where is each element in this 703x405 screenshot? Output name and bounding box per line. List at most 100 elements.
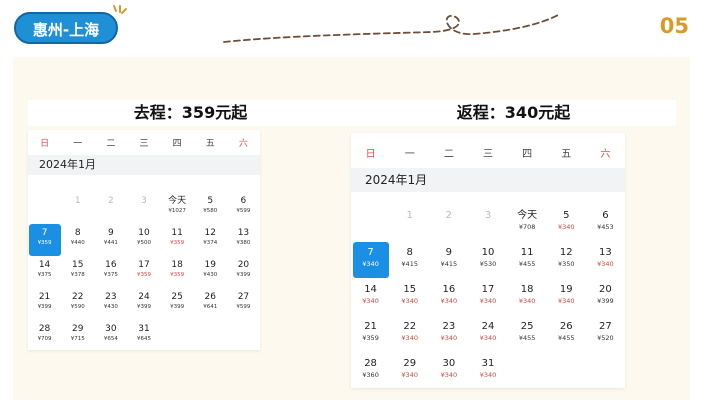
day-cell[interactable]: 14 ¥375	[29, 256, 61, 288]
weekday-header: 日一二三四五六	[28, 136, 260, 149]
day-price: ¥455	[518, 260, 536, 268]
day-number: 6	[602, 210, 609, 221]
day-cell[interactable]: 27 ¥599	[227, 288, 259, 320]
day-cell[interactable]: 23 ¥430	[95, 288, 127, 320]
day-number: 28	[38, 324, 51, 334]
day-cell[interactable]: 18 ¥359	[161, 256, 193, 288]
day-price: ¥340	[479, 371, 497, 379]
day-number: 22	[403, 321, 417, 332]
day-cell[interactable]: 8 ¥415	[392, 242, 428, 278]
day-price: ¥645	[137, 336, 151, 342]
day-cell[interactable]: 28 ¥360	[353, 353, 389, 389]
day-cell[interactable]: 13 ¥380	[227, 224, 259, 256]
day-number: 28	[364, 358, 377, 369]
day-cell[interactable]: 21 ¥359	[353, 316, 389, 352]
weekday-label: 日	[40, 139, 50, 149]
day-cell[interactable]: 30 ¥654	[95, 320, 127, 352]
day-price: ¥440	[70, 240, 85, 246]
day-cell[interactable]: 12 ¥374	[194, 224, 226, 256]
day-price: ¥340	[401, 334, 418, 342]
day-price: ¥340	[440, 371, 458, 379]
day-cell[interactable]: 12 ¥350	[548, 242, 584, 278]
day-cell[interactable]: 2	[431, 205, 467, 241]
day-cell[interactable]: 2	[95, 192, 127, 224]
day-cell[interactable]: 20 ¥399	[227, 256, 259, 288]
day-price: ¥530	[479, 260, 497, 268]
day-cell[interactable]: 25 ¥455	[509, 316, 545, 352]
month-label: 2024年1月	[28, 155, 260, 175]
day-price: ¥340	[362, 297, 379, 305]
day-cell[interactable]: 1	[62, 192, 94, 224]
day-cell[interactable]: 17 ¥340	[470, 279, 506, 315]
day-cell[interactable]: 26 ¥641	[194, 288, 226, 320]
day-price: ¥430	[103, 304, 118, 310]
day-price: ¥340	[518, 297, 536, 305]
day-cell[interactable]: 今天 ¥1027	[161, 192, 193, 224]
weekday-label: 五	[205, 139, 215, 149]
day-price: ¥453	[597, 223, 614, 231]
day-cell[interactable]: 26 ¥455	[548, 316, 584, 352]
day-cell[interactable]: 3	[470, 205, 506, 241]
day-cell[interactable]: 25 ¥399	[161, 288, 193, 320]
day-price: ¥399	[37, 304, 52, 310]
day-cell[interactable]: 15 ¥340	[392, 279, 428, 315]
day-cell[interactable]: 9 ¥441	[95, 224, 127, 256]
day-cell[interactable]: 19 ¥430	[194, 256, 226, 288]
day-price: ¥340	[479, 297, 497, 305]
day-cell[interactable]: 1	[392, 205, 428, 241]
day-cell[interactable]: 10 ¥530	[470, 242, 506, 278]
day-cell[interactable]: 16 ¥375	[95, 256, 127, 288]
day-cell[interactable]: 今天 ¥708	[509, 205, 545, 241]
day-cell[interactable]: 29 ¥340	[392, 353, 428, 389]
day-cell-selected[interactable]: 7 ¥359	[28, 224, 61, 256]
day-cell[interactable]: 21 ¥399	[29, 288, 61, 320]
weekday-label: 三	[482, 149, 493, 160]
day-cell[interactable]: 14 ¥340	[353, 279, 389, 315]
day-number: 30	[442, 358, 456, 369]
day-cell[interactable]: 5 ¥340	[548, 205, 584, 241]
day-price: ¥455	[558, 334, 575, 342]
day-number: 7	[367, 247, 374, 258]
day-number: 21	[38, 292, 51, 302]
day-cell[interactable]: 28 ¥709	[29, 320, 61, 352]
day-number: 2	[107, 196, 114, 206]
day-price: ¥399	[137, 304, 151, 310]
day-cell[interactable]: 30 ¥340	[431, 353, 467, 389]
day-cell[interactable]: 22 ¥590	[62, 288, 94, 320]
day-cell[interactable]: 20 ¥399	[587, 279, 623, 315]
day-cell[interactable]: 31 ¥645	[128, 320, 160, 352]
day-cell[interactable]: 5 ¥580	[194, 192, 226, 224]
day-cell[interactable]: 29 ¥715	[62, 320, 94, 352]
day-number: 14	[38, 260, 51, 270]
day-cell[interactable]: 11 ¥359	[161, 224, 193, 256]
day-cell-selected[interactable]: 7 ¥340	[352, 242, 389, 278]
day-number: 3	[484, 210, 492, 221]
day-cell[interactable]: 19 ¥340	[548, 279, 584, 315]
day-price: ¥654	[103, 336, 118, 342]
day-price: ¥359	[170, 240, 185, 246]
day-cell[interactable]: 22 ¥340	[392, 316, 428, 352]
day-number: 10	[138, 228, 150, 238]
day-price: ¥359	[362, 334, 379, 342]
day-cell[interactable]: 24 ¥340	[470, 316, 506, 352]
day-cell[interactable]: 13 ¥340	[587, 242, 623, 278]
day-price: ¥340	[401, 297, 418, 305]
day-cell[interactable]: 8 ¥440	[62, 224, 94, 256]
day-cell[interactable]: 16 ¥340	[431, 279, 467, 315]
day-cell[interactable]: 11 ¥455	[509, 242, 545, 278]
day-cell[interactable]: 24 ¥399	[128, 288, 160, 320]
day-number: 7	[41, 228, 48, 238]
day-cell[interactable]: 6 ¥599	[227, 192, 259, 224]
day-cell[interactable]: 15 ¥378	[62, 256, 94, 288]
day-cell[interactable]: 3	[128, 192, 160, 224]
day-cell[interactable]: 27 ¥520	[587, 316, 623, 352]
day-cell[interactable]: 18 ¥340	[509, 279, 545, 315]
day-cell[interactable]: 17 ¥359	[128, 256, 160, 288]
day-cell[interactable]: 6 ¥453	[587, 205, 623, 241]
day-cell[interactable]: 31 ¥340	[470, 353, 506, 389]
day-cell[interactable]: 10 ¥500	[128, 224, 160, 256]
day-cell[interactable]: 23 ¥340	[431, 316, 467, 352]
outbound-calendar: 日 一 二 三 四 五 六 2024年1月 1 2 3 今天 ¥1027 5 ¥580 6 ¥599 7…	[28, 130, 260, 350]
day-cell[interactable]: 9 ¥415	[431, 242, 467, 278]
day-number: 2	[445, 210, 453, 221]
